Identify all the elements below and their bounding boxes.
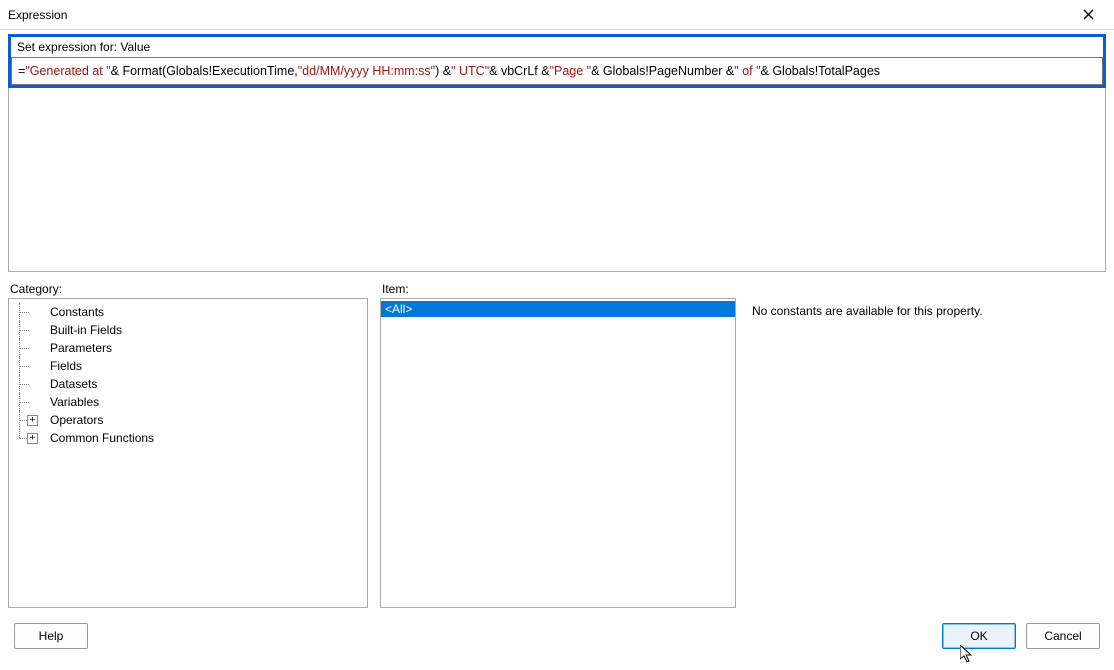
category-item-label: Fields <box>48 359 84 373</box>
category-column: Category: Constants Built-in Fields Parame… <box>8 282 368 608</box>
description-label-spacer <box>748 282 1106 296</box>
description-text: No constants are available for this prop… <box>748 298 1106 608</box>
category-item-label: Built-in Fields <box>48 323 124 337</box>
item-listbox[interactable]: <All> <box>380 298 736 608</box>
expression-token: = <box>18 64 25 78</box>
expression-token: "Page " <box>550 64 592 78</box>
category-item[interactable]: Parameters <box>13 339 367 357</box>
tree-expand-icon[interactable]: + <box>27 433 38 444</box>
expression-token: & vbCrLf & <box>489 64 549 78</box>
category-tree: Constants Built-in Fields Parameters Fields… <box>9 301 367 447</box>
tree-branch-icon <box>13 393 33 411</box>
expression-label-row: Set expression for: Value <box>8 34 1106 57</box>
dialog-title: Expression <box>8 8 67 22</box>
category-item[interactable]: + Operators <box>13 411 367 429</box>
expression-editor-area[interactable] <box>8 88 1106 272</box>
category-item[interactable]: Constants <box>13 303 367 321</box>
panels-row: Category: Constants Built-in Fields Parame… <box>8 282 1106 608</box>
expression-token: "dd/MM/yyyy HH:mm:ss" <box>298 64 435 78</box>
category-item[interactable]: Fields <box>13 357 367 375</box>
expression-token: " of " <box>734 64 760 78</box>
category-item-label: Parameters <box>48 341 114 355</box>
close-button[interactable] <box>1068 0 1108 28</box>
cancel-button[interactable]: Cancel <box>1026 623 1100 649</box>
expression-token: " UTC" <box>451 64 489 78</box>
category-item[interactable]: Built-in Fields <box>13 321 367 339</box>
expression-token: "Generated at " <box>25 64 110 78</box>
category-item-label: Operators <box>48 413 105 427</box>
item-row[interactable]: <All> <box>381 301 735 317</box>
expression-token: & Globals!TotalPages <box>761 64 881 78</box>
tree-branch-icon <box>13 303 33 321</box>
expression-token: & Format(Globals!ExecutionTime, <box>111 64 298 78</box>
expression-input[interactable]: ="Generated at " & Format(Globals!Execut… <box>11 57 1103 85</box>
close-icon <box>1083 9 1094 20</box>
category-label: Category: <box>8 282 368 296</box>
item-column: Item: <All> <box>380 282 736 608</box>
footer: Help OK Cancel <box>0 608 1114 664</box>
help-button[interactable]: Help <box>14 623 88 649</box>
category-listbox[interactable]: Constants Built-in Fields Parameters Fields… <box>8 298 368 608</box>
titlebar: Expression <box>0 0 1114 30</box>
description-column: No constants are available for this prop… <box>748 282 1106 608</box>
expression-input-wrap: ="Generated at " & Format(Globals!Execut… <box>8 57 1106 88</box>
tree-branch-icon <box>13 375 33 393</box>
category-item[interactable]: Variables <box>13 393 367 411</box>
category-item-label: Common Functions <box>48 431 156 445</box>
tree-expand-icon[interactable]: + <box>27 415 38 426</box>
ok-button[interactable]: OK <box>942 623 1016 649</box>
expression-token: & Globals!PageNumber & <box>591 64 734 78</box>
tree-branch-icon <box>13 357 33 375</box>
tree-branch-icon <box>13 321 33 339</box>
tree-branch-icon <box>13 339 33 357</box>
expression-token: ) & <box>435 64 451 78</box>
category-item[interactable]: + Common Functions <box>13 429 367 447</box>
category-item[interactable]: Datasets <box>13 375 367 393</box>
category-item-label: Datasets <box>48 377 99 391</box>
item-label: Item: <box>380 282 736 296</box>
category-item-label: Constants <box>48 305 106 319</box>
expression-dialog: Expression Set expression for: Value ="G… <box>0 0 1114 670</box>
category-item-label: Variables <box>48 395 101 409</box>
expression-label: Set expression for: Value <box>17 40 150 54</box>
